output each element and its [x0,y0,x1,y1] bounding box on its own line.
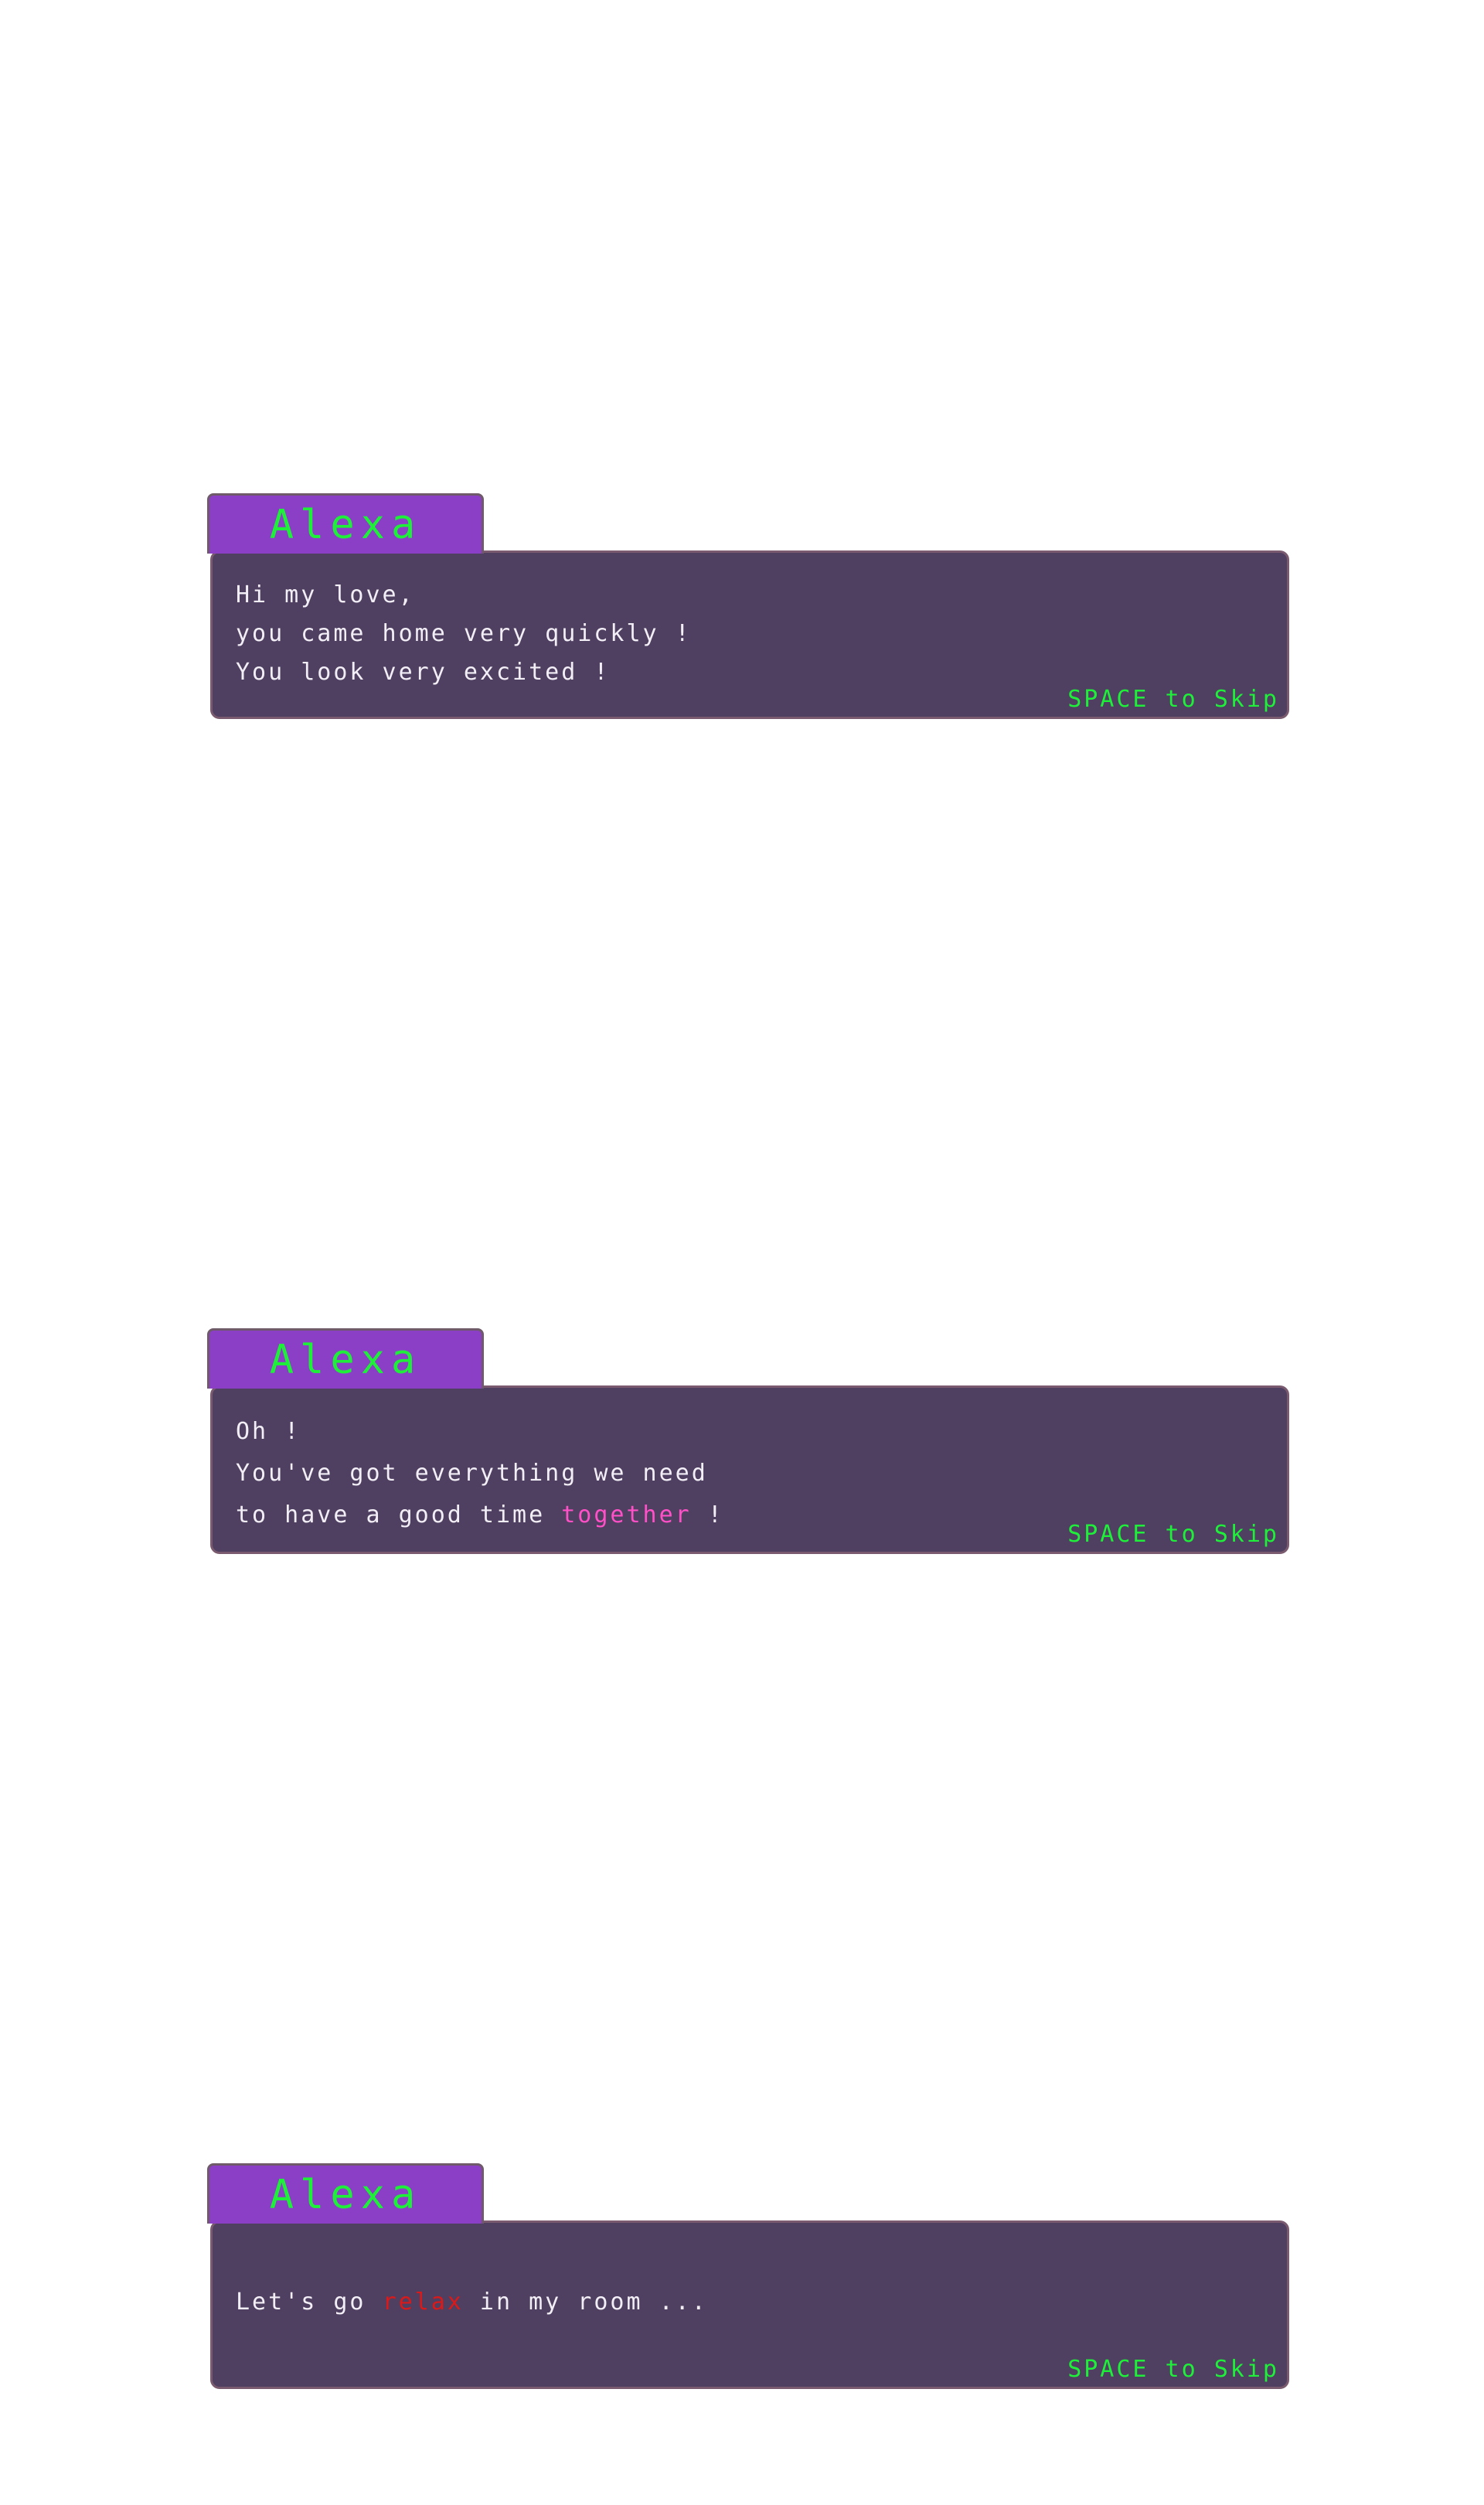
speaker-name: Alexa [269,502,422,548]
dialogue-line: You look very excited ! [236,659,611,686]
dialogue-box[interactable]: Alexa Hi my love, you came home very qui… [207,493,1289,721]
dialogue-line: to have a good time [236,1501,546,1529]
dialogue-text: Let's go relax in my room ... [236,2283,708,2322]
dialogue-text-box[interactable]: Let's go relax in my room ... SPACE to S… [210,2220,1289,2389]
dialogue-line-start: Let's go [236,2289,383,2316]
dialogue-text: Oh ! You've got everything we need to ha… [236,1411,724,1536]
speaker-name-tab: Alexa [207,493,484,554]
dialogue-box[interactable]: Alexa Oh ! You've got everything we need… [207,1328,1289,1556]
skip-hint: SPACE to Skip [1067,1521,1279,1548]
dialogue-line: You've got everything we need [236,1460,708,1487]
highlighted-word: relax [382,2289,464,2316]
dialogue-line-end: ! [691,1501,724,1529]
dialogue-text: Hi my love, you came home very quickly !… [236,576,692,692]
dialogue-line: you came home very quickly ! [236,620,692,647]
dialogue-line: Hi my love, [236,581,415,608]
dialogue-line: Oh ! [236,1418,301,1445]
dialogue-line-end: in my room ... [463,2289,708,2316]
dialogue-text-box[interactable]: Oh ! You've got everything we need to ha… [210,1385,1289,1554]
skip-hint: SPACE to Skip [1067,686,1279,713]
speaker-name: Alexa [269,1337,422,1383]
dialogue-text-box[interactable]: Hi my love, you came home very quickly !… [210,550,1289,719]
speaker-name-tab: Alexa [207,2163,484,2224]
speaker-name-tab: Alexa [207,1328,484,1389]
speaker-name: Alexa [269,2172,422,2218]
skip-hint: SPACE to Skip [1067,2356,1279,2383]
highlighted-word: together [561,1501,692,1529]
dialogue-box[interactable]: Alexa Let's go relax in my room ... SPAC… [207,2163,1289,2391]
